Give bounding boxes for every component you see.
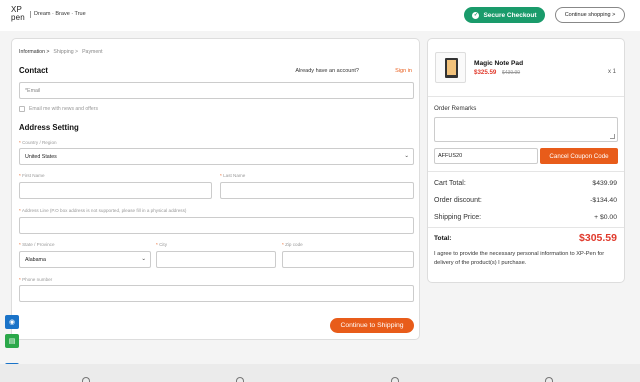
country-select[interactable]: United States ⌄ [19,148,414,165]
country-label: * Country / Region [19,140,57,145]
brand-tagline: Dream · Brave · True [30,11,86,18]
product-name: Magic Note Pad [474,60,524,67]
first-name-field[interactable] [19,182,212,199]
state-label: * State / Province [19,242,55,247]
cart-total-value: $439.99 [592,180,617,187]
shipping-price-label: Shipping Price: [434,214,482,221]
state-value: Alabama [25,256,46,263]
cart-total-label: Cart Total: [434,180,466,187]
footer-support-icon [545,377,553,382]
footer-pen-icon [82,377,90,382]
continue-shopping-button[interactable]: Continue shopping > [555,7,625,23]
checkout-form: Information > Shipping > Payment Contact… [11,38,420,340]
order-discount-label: Order discount: [434,197,482,204]
breadcrumb: Information > Shipping > Payment [19,49,103,55]
cancel-coupon-button[interactable]: Cancel Coupon Code [540,148,618,164]
order-summary: Magic Note Pad $325.59 $439.99 x 1 Order… [427,38,625,283]
address-title: Address Setting [19,123,79,132]
shield-icon: ✓ [472,11,480,19]
city-label: * City [156,242,167,247]
order-remarks-textarea[interactable] [434,117,618,142]
cart-item: Magic Note Pad $325.59 $439.99 x 1 [428,39,624,97]
address-field[interactable] [19,217,414,234]
secure-checkout-button[interactable]: ✓ Secure Checkout [464,7,545,23]
order-remarks-label: Order Remarks [434,105,477,112]
phone-label: * Phone number [19,277,53,282]
newsletter-label: Email me with news and offers [29,106,98,112]
top-bar: XP pen Dream · Brave · True ✓ Secure Che… [0,0,640,31]
newsletter-checkbox[interactable] [19,106,25,112]
total-value: $305.59 [579,232,617,244]
zip-field[interactable] [282,251,414,268]
product-original-price: $439.99 [502,70,521,76]
step-information[interactable]: Information > [19,49,49,55]
step-shipping[interactable]: Shipping > [53,49,78,55]
coupon-input[interactable]: AFFUS20 [434,148,538,164]
secure-checkout-label: Secure Checkout [483,11,537,19]
phone-field[interactable] [19,285,414,302]
chat-icon[interactable]: ▤ [5,334,19,348]
step-payment[interactable]: Payment [82,49,102,55]
product-price: $325.59 [474,69,497,76]
last-name-label: * Last Name [220,173,246,178]
state-select[interactable]: Alabama ⌄ [19,251,151,268]
chevron-down-icon: ⌄ [141,256,146,262]
footer-shipping-icon [236,377,244,382]
first-name-label: * First Name [19,173,45,178]
xppen-logo[interactable]: XP pen [11,6,27,22]
newsletter-option[interactable]: Email me with news and offers [19,106,98,112]
agreement-text: I agree to provide the necessary persona… [434,251,605,266]
email-field[interactable]: *Email [19,82,414,99]
order-discount-value: -$134.40 [590,197,617,204]
last-name-field[interactable] [220,182,414,199]
total-label: Total: [434,235,452,242]
footer [0,364,640,382]
eye-icon[interactable]: ◉ [5,315,19,329]
signin-link[interactable]: Sign in [395,68,412,74]
product-quantity: x 1 [607,69,616,75]
product-thumbnail [435,52,466,83]
contact-title: Contact [19,66,49,75]
logo-line-2: pen [11,13,25,22]
address-label: * Address Line (P.O box address is not s… [19,208,187,213]
shipping-price-value: + $0.00 [594,214,617,221]
divider [428,227,624,228]
login-prompt: Already have an account? [295,68,359,74]
country-value: United States [25,153,57,160]
zip-label: * Zip code [282,242,303,247]
divider [428,171,624,172]
continue-to-shipping-button[interactable]: Continue to Shipping [330,318,414,333]
city-field[interactable] [156,251,276,268]
chevron-down-icon: ⌄ [404,153,409,159]
footer-return-icon [391,377,399,382]
